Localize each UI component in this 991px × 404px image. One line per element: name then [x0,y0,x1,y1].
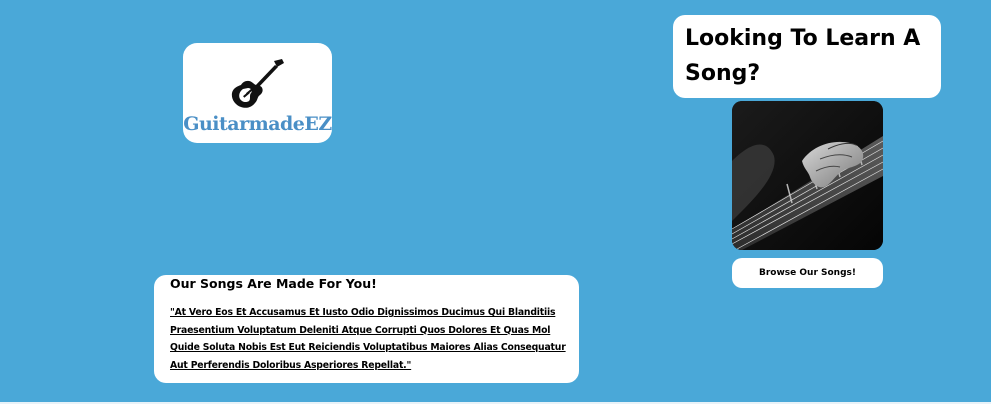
logo-text: GuitarmadeEZ [183,113,332,135]
songs-heading: Our Songs Are Made For You! [170,276,377,291]
songs-card: Our Songs Are Made For You! "At Vero Eos… [154,275,579,383]
songs-description-link[interactable]: "At Vero Eos Et Accusamus Et Iusto Odio … [170,304,569,374]
logo-link[interactable]: GuitarmadeEZ [183,43,332,143]
hero-heading-card: Looking To Learn A Song? [673,15,941,98]
electric-guitar-icon [231,59,284,108]
guitar-photo [732,101,883,250]
hero-heading: Looking To Learn A Song? [685,26,921,86]
browse-songs-button[interactable]: Browse Our Songs! [732,258,883,288]
